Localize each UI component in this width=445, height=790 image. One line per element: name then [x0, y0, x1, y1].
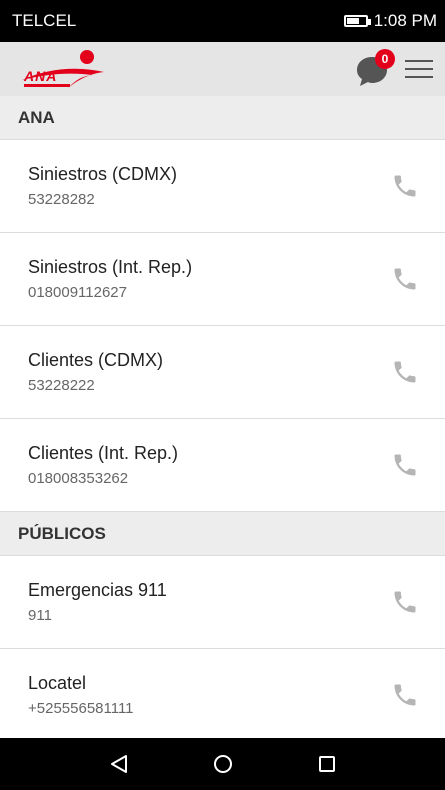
system-nav-bar	[0, 738, 445, 790]
list-item[interactable]: Siniestros (Int. Rep.) 018009112627	[0, 233, 445, 326]
call-button[interactable]	[387, 261, 423, 297]
contact-text: Clientes (Int. Rep.) 018008353262	[28, 443, 178, 487]
contact-text: Clientes (CDMX) 53228222	[28, 350, 163, 394]
battery-fill	[346, 18, 360, 24]
list-item[interactable]: Clientes (CDMX) 53228222	[0, 326, 445, 419]
phone-icon	[394, 454, 416, 476]
menu-line	[405, 60, 433, 62]
back-triangle-icon	[110, 755, 127, 773]
contact-list: ANA Siniestros (CDMX) 53228282 Siniestro…	[0, 96, 445, 738]
call-button[interactable]	[387, 584, 423, 620]
back-button[interactable]	[103, 748, 135, 780]
contact-number: 018009112627	[28, 284, 127, 301]
call-button[interactable]	[387, 447, 423, 483]
contact-number: 53228282	[28, 191, 95, 208]
phone-icon	[394, 684, 416, 706]
notifications-button[interactable]: 0	[355, 49, 395, 89]
menu-line	[405, 68, 433, 70]
battery-icon	[343, 15, 371, 27]
contact-text: Emergencias 911 911	[28, 580, 167, 624]
contact-name: Siniestros (CDMX)	[28, 164, 178, 184]
list-item[interactable]: Clientes (Int. Rep.) 018008353262	[0, 419, 445, 512]
header-actions: 0	[355, 49, 433, 89]
contact-number: 018008353262	[28, 470, 129, 487]
carrier-label: TELCEL	[12, 11, 77, 30]
logo-text: ANA	[24, 68, 58, 84]
phone-icon	[394, 175, 416, 197]
phone-icon	[394, 361, 416, 383]
ana-logo: ANA	[18, 46, 110, 92]
recents-button[interactable]	[311, 748, 343, 780]
contact-text: Siniestros (Int. Rep.) 018009112627	[28, 257, 192, 301]
home-circle-icon	[213, 755, 232, 773]
contact-name: Locatel	[28, 673, 87, 693]
contact-text: Siniestros (CDMX) 53228282	[28, 164, 177, 208]
call-button[interactable]	[387, 677, 423, 713]
notification-badge: 0	[375, 49, 395, 69]
contact-text: Locatel +525556581111	[28, 673, 134, 717]
status-right: 1:08 PM	[343, 11, 437, 31]
list-item[interactable]: Siniestros (CDMX) 53228282	[0, 140, 445, 233]
logo-underline	[24, 84, 70, 87]
list-item[interactable]: Locatel +525556581111	[0, 649, 445, 738]
contact-number: 53228222	[28, 377, 95, 394]
section-header-publicos: PÚBLICOS	[0, 512, 445, 556]
contact-number: +525556581111	[28, 700, 134, 717]
contact-name: Clientes (Int. Rep.)	[28, 443, 179, 463]
status-time: 1:08 PM	[373, 11, 437, 30]
menu-line	[405, 76, 433, 78]
list-item[interactable]: Emergencias 911 911	[0, 556, 445, 649]
app-header: ANA 0	[0, 42, 445, 96]
contact-number: 911	[28, 607, 52, 624]
contact-name: Clientes (CDMX)	[28, 350, 164, 370]
phone-icon	[394, 591, 416, 613]
call-button[interactable]	[387, 354, 423, 390]
contact-name: Siniestros (Int. Rep.)	[28, 257, 193, 277]
recents-square-icon	[318, 756, 335, 772]
hamburger-menu-icon[interactable]	[405, 58, 433, 80]
contact-name: Emergencias 911	[28, 580, 167, 600]
status-bar: TELCEL 1:08 PM	[0, 0, 445, 42]
phone-icon	[394, 268, 416, 290]
home-button[interactable]	[207, 748, 239, 780]
call-button[interactable]	[387, 168, 423, 204]
section-header-ana: ANA	[0, 96, 445, 140]
